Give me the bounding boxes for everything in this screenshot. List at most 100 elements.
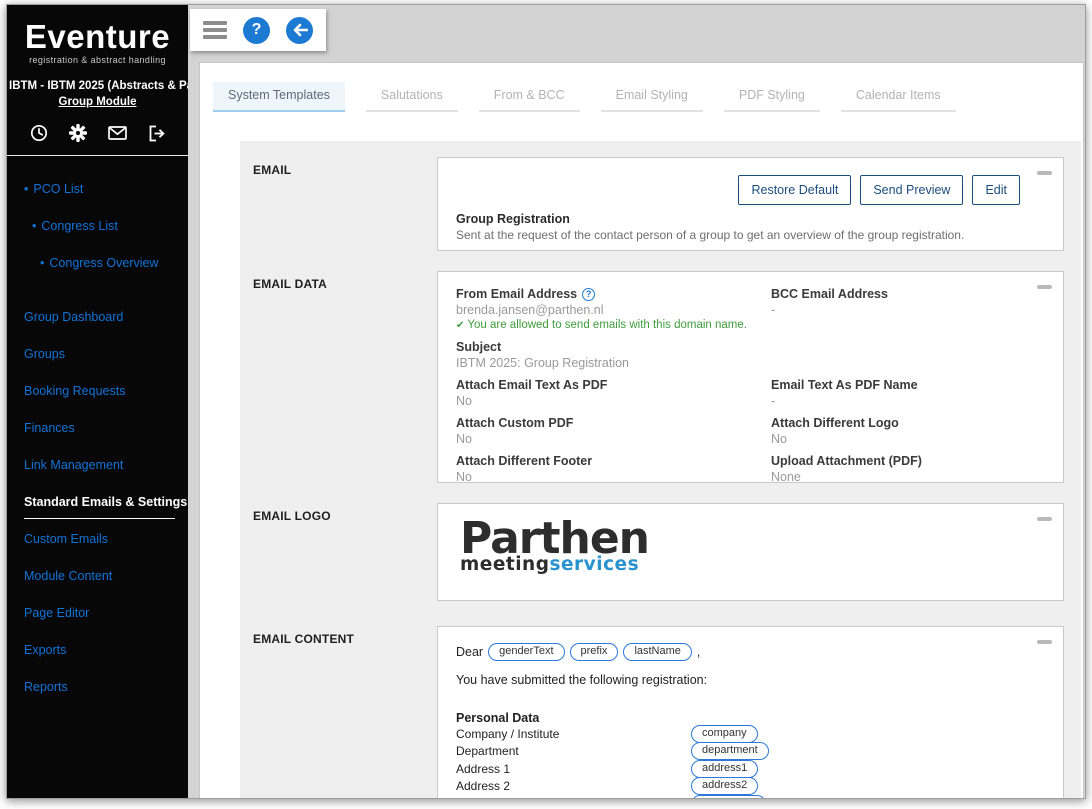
sidebar-item-module-content[interactable]: Module Content xyxy=(7,557,188,594)
brand-block: Eventure registration & abstract handlin… xyxy=(7,5,188,65)
domain-allowed-note: ✔You are allowed to send emails with thi… xyxy=(456,318,771,333)
subject-label: Subject xyxy=(456,340,771,355)
sidebar-item-standard-emails-settings[interactable]: Standard Emails & Settings xyxy=(7,483,188,520)
section-email: EMAIL Restore Default Send Preview Edit … xyxy=(253,157,1064,251)
question-circle-icon[interactable]: ? xyxy=(582,288,595,301)
merge-token-address1[interactable]: address1 xyxy=(691,760,758,778)
logo-sub-dark: meeting xyxy=(460,554,549,575)
hamburger-menu-icon[interactable] xyxy=(203,18,227,43)
parthen-logo: Parthen meetingservices xyxy=(460,516,649,575)
email-card: Restore Default Send Preview Edit Group … xyxy=(437,157,1064,251)
tab-system-templates[interactable]: System Templates xyxy=(213,82,345,112)
field-value: No xyxy=(456,393,771,409)
data-row: Attach Email Text As PDF No Email Text A… xyxy=(456,378,1045,409)
sidebar-item-label: Standard Emails & Settings xyxy=(24,495,187,509)
sidebar-item-booking-requests[interactable]: Booking Requests xyxy=(7,372,188,409)
tab-email-styling[interactable]: Email Styling xyxy=(601,82,703,112)
sidebar-item-label: Finances xyxy=(24,421,75,435)
content-row-label: Address 2 xyxy=(456,779,691,793)
content-row-label: Company / Institute xyxy=(456,727,691,741)
greeting-line: Dear genderText prefix lastName , xyxy=(456,643,1045,661)
sidebar-item-label: Congress List xyxy=(41,219,117,233)
collapse-icon[interactable] xyxy=(1037,171,1052,175)
field-label: Attach Email Text As PDF xyxy=(456,378,771,393)
sidebar-item-pco-list[interactable]: • PCO List xyxy=(7,170,188,207)
email-data-card: From Email Address? brenda.jansen@parthe… xyxy=(437,271,1064,483)
tab-pdf-styling[interactable]: PDF Styling xyxy=(724,82,820,112)
data-row: Attach Custom PDF No Attach Different Lo… xyxy=(456,416,1045,447)
sidebar-item-groups[interactable]: Groups xyxy=(7,335,188,372)
tab-calendar-items[interactable]: Calendar Items xyxy=(841,82,956,112)
merge-token-address2[interactable]: address2 xyxy=(691,777,758,795)
sidebar-item-page-editor[interactable]: Page Editor xyxy=(7,594,188,631)
send-preview-button[interactable]: Send Preview xyxy=(860,175,963,205)
sidebar-item-group-dashboard[interactable]: Group Dashboard xyxy=(7,298,188,335)
domain-allowed-text: You are allowed to send emails with this… xyxy=(467,319,747,331)
collapse-icon[interactable] xyxy=(1037,517,1052,521)
from-email-label: From Email Address xyxy=(456,287,577,302)
merge-token-company[interactable]: company xyxy=(691,725,758,743)
content-row-label: Postal code xyxy=(456,797,691,798)
section-email-logo: EMAIL LOGO Parthen meetingservices xyxy=(253,503,1064,601)
checkmark-icon: ✔ xyxy=(456,320,464,331)
sidebar-item-label: Custom Emails xyxy=(24,532,108,546)
field-value: None xyxy=(771,469,1045,485)
greeting-comma: , xyxy=(697,645,700,659)
merge-token-postalcode[interactable]: postalcode xyxy=(691,795,766,798)
bullet: • xyxy=(32,219,36,233)
section-email-content: EMAIL CONTENT Dear genderText prefix las… xyxy=(253,626,1064,798)
logout-icon[interactable] xyxy=(148,125,166,142)
edit-button[interactable]: Edit xyxy=(972,175,1020,205)
settings-gear-icon[interactable] xyxy=(69,124,87,142)
sidebar-item-custom-emails[interactable]: Custom Emails xyxy=(7,520,188,557)
subject-value: IBTM 2025: Group Registration xyxy=(456,355,771,371)
section-label-email-data: EMAIL DATA xyxy=(253,271,437,483)
collapse-icon[interactable] xyxy=(1037,640,1052,644)
sidebar-item-label: Congress Overview xyxy=(49,256,158,270)
content-panel: System Templates Salutations From & BCC … xyxy=(199,62,1084,798)
field-label: Email Text As PDF Name xyxy=(771,378,1045,393)
tab-from-bcc[interactable]: From & BCC xyxy=(479,82,580,112)
sidebar-item-label: Groups xyxy=(24,347,65,361)
content-row: Department department xyxy=(456,743,1045,761)
sidebar-item-finances[interactable]: Finances xyxy=(7,409,188,446)
restore-default-button[interactable]: Restore Default xyxy=(738,175,851,205)
upload-attachment-field: Upload Attachment (PDF) None xyxy=(771,454,1045,485)
tab-salutations[interactable]: Salutations xyxy=(366,82,458,112)
merge-token-prefix[interactable]: prefix xyxy=(570,643,619,661)
sidebar-nav: • PCO List • Congress List •Congress Overv… xyxy=(7,170,188,705)
sidebar-item-link-management[interactable]: Link Management xyxy=(7,446,188,483)
app-window: Eventure registration & abstract handlin… xyxy=(6,4,1086,799)
history-clock-icon[interactable] xyxy=(30,124,48,142)
field-value: No xyxy=(456,431,771,447)
sidebar-icon-row xyxy=(7,124,188,142)
email-card-actions: Restore Default Send Preview Edit xyxy=(738,175,1020,205)
field-value: No xyxy=(456,469,771,485)
brand-tagline: registration & abstract handling xyxy=(7,55,188,65)
merge-token-gendertext[interactable]: genderText xyxy=(488,643,564,661)
collapse-icon[interactable] xyxy=(1037,285,1052,289)
pdf-name-field: Email Text As PDF Name - xyxy=(771,378,1045,409)
sidebar-item-reports[interactable]: Reports xyxy=(7,668,188,705)
brand-logo: Eventure xyxy=(7,20,188,54)
sidebar-divider xyxy=(7,155,188,156)
field-label: Upload Attachment (PDF) xyxy=(771,454,1045,469)
section-label-email-logo: EMAIL LOGO xyxy=(253,503,437,601)
sidebar-item-label: Module Content xyxy=(24,569,112,583)
merge-token-department[interactable]: department xyxy=(691,742,769,760)
help-icon[interactable]: ? xyxy=(243,17,270,44)
attach-different-logo-field: Attach Different Logo No xyxy=(771,416,1045,447)
sidebar-item-label: PCO List xyxy=(33,182,83,196)
content-row: Postal code postalcode xyxy=(456,795,1045,798)
sidebar-item-congress-overview[interactable]: •Congress Overview xyxy=(7,244,188,281)
back-icon[interactable] xyxy=(286,17,313,44)
sidebar-item-exports[interactable]: Exports xyxy=(7,631,188,668)
email-envelope-icon[interactable] xyxy=(108,125,127,141)
merge-token-lastname[interactable]: lastName xyxy=(623,643,691,661)
bullet: • xyxy=(24,182,28,196)
greeting-text: Dear xyxy=(456,645,483,659)
group-module-link[interactable]: Group Module xyxy=(7,96,188,108)
sidebar-item-congress-list[interactable]: • Congress List xyxy=(7,207,188,244)
congress-title: IBTM - IBTM 2025 (Abstracts & Par... xyxy=(7,80,188,92)
section-label-email: EMAIL xyxy=(253,157,437,251)
